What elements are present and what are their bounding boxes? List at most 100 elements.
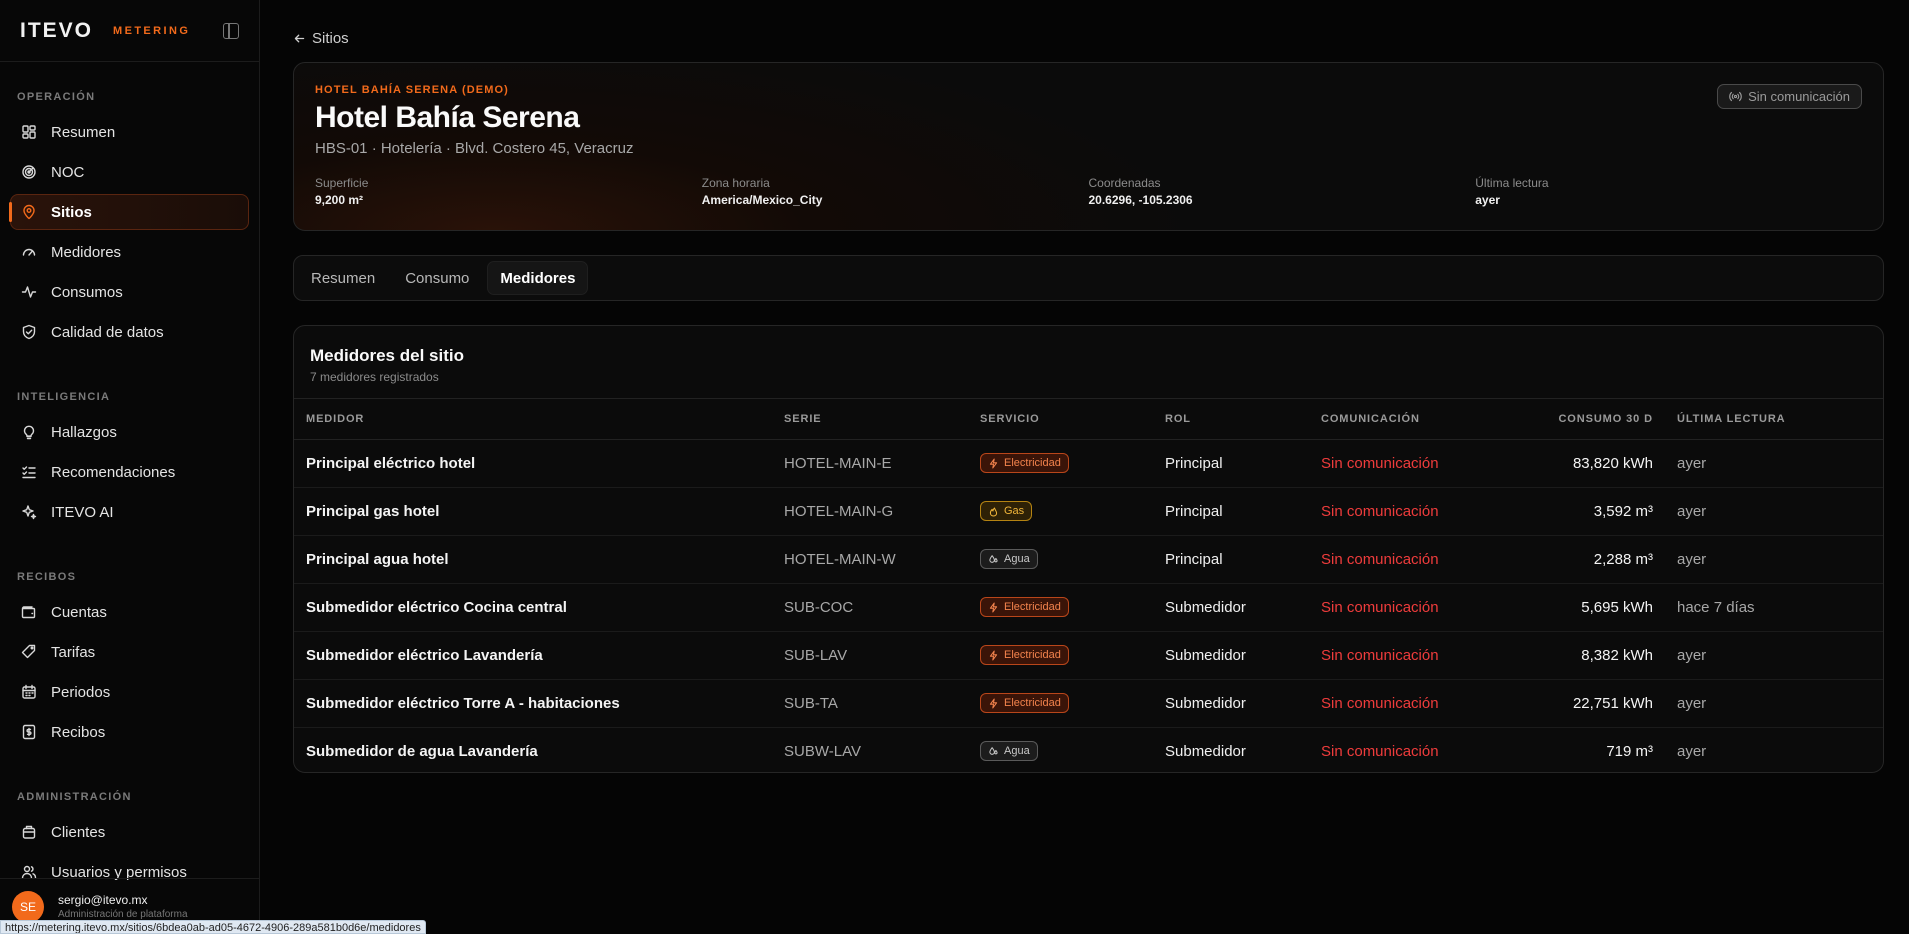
meter-serie: HOTEL-MAIN-G [772,487,968,536]
building-icon [22,825,36,839]
meter-consumption: 8,382 kWh [1495,631,1665,680]
stat-label: Última lectura [1475,176,1549,190]
meter-communication-status: Sin comunicación [1309,535,1495,584]
column-header-servicio[interactable]: SERVICIO [968,399,1153,440]
service-badge-label: Electricidad [1004,457,1061,469]
meter-consumption: 3,592 m³ [1495,487,1665,536]
meters-card: Medidores del sitio 7 medidores registra… [293,325,1884,773]
sidebar-collapse-icon[interactable] [223,22,239,39]
table-row[interactable]: Principal agua hotel HOTEL-MAIN-W Agua Prin… [294,535,1883,584]
service-badge: Electricidad [980,453,1069,473]
sidebar-item-label: Resumen [51,123,116,141]
sidebar-item-noc[interactable]: NOC [10,154,249,190]
column-header-consumo[interactable]: CONSUMO 30 D [1495,399,1665,440]
status-badge-label: Sin comunicación [1748,89,1850,104]
sidebar-item-label: Tarifas [51,643,96,661]
page-title: Hotel Bahía Serena [315,101,580,134]
service-badge-label: Electricidad [1004,649,1061,661]
site-stat-zona-horaria: Zona horaria America/Mexico_City [702,176,1089,207]
droplets-icon [989,746,998,755]
column-header-serie[interactable]: SERIE [772,399,968,440]
sparkles-icon [22,505,37,520]
meters-title: Medidores del sitio [310,346,464,365]
column-header-rol[interactable]: ROL [1153,399,1309,440]
meter-name[interactable]: Submedidor eléctrico Cocina central [294,583,772,632]
table-row[interactable]: Submedidor eléctrico Cocina central SUB-C… [294,583,1883,632]
service-badge-label: Gas [1004,505,1025,517]
sidebar-item-label: Recomendaciones [51,463,176,481]
sidebar-section-label: OPERACIÓN [17,91,96,103]
table-row[interactable]: Submedidor de agua Lavandería SUBW-LAV Agu… [294,727,1883,772]
sidebar-nav: OPERACIÓN Resumen NOC Sitios Medidores Consum… [0,62,259,890]
sidebar-section-label: ADMINISTRACIÓN [17,791,132,803]
meter-service: Agua [968,535,1153,584]
sidebar-item-recomendaciones[interactable]: Recomendaciones [10,454,249,490]
tab-medidores[interactable]: Medidores [487,261,589,295]
meter-last-reading: ayer [1677,742,1707,760]
sidebar-item-resumen[interactable]: Resumen [10,114,249,150]
table-row[interactable]: Submedidor eléctrico Lavandería SUB-LAV El… [294,631,1883,680]
table-row[interactable]: Principal gas hotel HOTEL-MAIN-G Gas Princi… [294,487,1883,536]
sidebar-item-calidad-de-datos[interactable]: Calidad de datos [10,314,249,350]
table-row[interactable]: Submedidor eléctrico Torre A - habitacio… [294,679,1883,728]
sidebar-item-tarifas[interactable]: Tarifas [10,634,249,670]
meters-table: MEDIDOR SERIE SERVICIO ROL COMUNICACIÓN … [294,399,1883,772]
meter-name[interactable]: Submedidor eléctrico Lavandería [294,631,772,680]
browser-status-url: https://metering.itevo.mx/sitios/6bdea0a… [0,920,426,934]
tab-resumen[interactable]: Resumen [299,261,387,295]
status-badge: Sin comunicación [1717,84,1862,109]
meter-name[interactable]: Submedidor de agua Lavandería [294,727,772,772]
stat-label: Zona horaria [701,176,770,190]
service-badge-label: Electricidad [1004,601,1061,613]
wallet-icon [21,606,36,619]
sidebar-item-clientes[interactable]: Clientes [10,814,249,850]
meter-communication-status: Sin comunicación [1309,631,1495,680]
site-stat-superficie: Superficie 9,200 m² [315,176,702,207]
activity-icon [21,286,37,298]
site-stat-coordenadas: Coordenadas 20.6296, -105.2306 [1089,176,1476,207]
meter-last-reading: ayer [1665,487,1883,536]
sidebar-item-itevo-ai[interactable]: ITEVO AI [10,494,249,530]
sidebar-item-label: Sitios [51,203,92,221]
brand-logo: ITEVO [20,18,94,42]
column-header-medidor[interactable]: MEDIDOR [294,399,772,440]
sidebar-item-label: ITEVO AI [51,503,114,521]
table-header-row: MEDIDOR SERIE SERVICIO ROL COMUNICACIÓN … [294,399,1883,440]
column-header-comunicacion[interactable]: COMUNICACIÓN [1309,399,1495,440]
meter-name[interactable]: Principal eléctrico hotel [294,439,772,488]
stat-value: 9,200 m² [315,193,364,207]
sidebar-item-periodos[interactable]: Periodos [10,674,249,710]
sidebar-item-medidores[interactable]: Medidores [10,234,249,270]
service-badge-label: Agua [1004,745,1030,758]
meter-communication-status: Sin comunicación [1309,487,1495,536]
map-pin-icon [23,204,35,220]
site-subtitle: HBS-01 · Hotelería · Blvd. Costero 45, V… [315,140,634,157]
dashboard-icon [22,125,36,139]
sidebar-item-sitios[interactable]: Sitios [9,194,249,230]
user-email: sergio@itevo.mx [58,893,148,907]
sidebar-item-consumos[interactable]: Consumos [10,274,249,310]
meter-name[interactable]: Principal gas hotel [294,487,772,536]
site-tabs: Resumen Consumo Medidores [293,255,1884,301]
tab-consumo[interactable]: Consumo [393,261,481,295]
meter-last-reading: ayer [1665,631,1883,680]
sidebar-item-label: Cuentas [51,603,107,621]
arrow-left-icon [294,34,305,43]
sidebar-item-hallazgos[interactable]: Hallazgos [10,414,249,450]
meter-communication-status: Sin comunicación [1309,439,1495,488]
lightbulb-icon [23,425,35,440]
meter-name[interactable]: Principal agua hotel [294,535,772,584]
back-link[interactable]: Sitios [293,30,349,47]
sidebar-item-cuentas[interactable]: Cuentas [10,594,249,630]
service-badge: Gas [980,501,1033,521]
sidebar-item-label: Consumos [51,283,123,301]
flame-icon [989,507,998,516]
meter-role: Submedidor [1165,742,1246,760]
sidebar-item-label: Periodos [51,683,111,701]
meter-name[interactable]: Submedidor eléctrico Torre A - habitacio… [294,679,772,728]
brand-product: METERING [113,24,191,37]
column-header-ultima-lectura[interactable]: ÚLTIMA LECTURA [1665,399,1883,440]
table-row[interactable]: Principal eléctrico hotel HOTEL-MAIN-E Ele… [294,439,1883,488]
meter-consumption: 719 m³ [1606,742,1653,760]
sidebar-item-recibos[interactable]: Recibos [10,714,249,750]
